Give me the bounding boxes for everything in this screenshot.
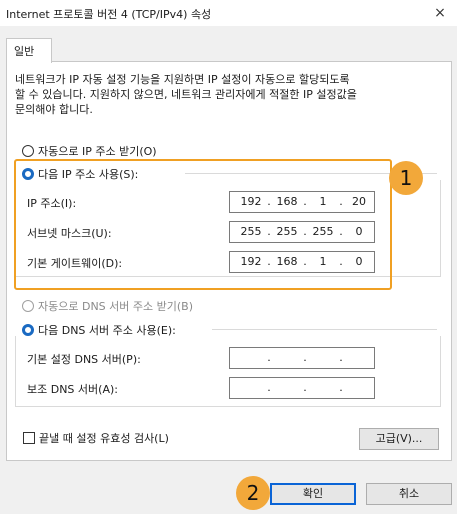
cancel-button[interactable]: 취소 [366,483,452,505]
octet-dot: . [303,351,307,364]
octet-dot: . [267,351,271,364]
alternate-dns-label: 보조 DNS 서버(A): [27,383,118,396]
manual-dns-radio[interactable] [22,324,34,336]
octet-dot: . [339,351,343,364]
annotation-badge-2: 2 [236,476,270,510]
close-icon[interactable]: × [429,3,451,23]
octet-dot: . [303,381,307,394]
validate-checkbox[interactable] [23,432,35,444]
description-text: 네트워크가 IP 자동 설정 기능을 지원하면 IP 설정이 자동으로 할당되도… [15,73,357,116]
title-bar: Internet 프로토콜 버전 4 (TCP/IPv4) 속성 × [0,0,457,26]
ok-button[interactable]: 확인 [270,483,356,505]
octet-dot: . [267,381,271,394]
auto-dns-label[interactable]: 자동으로 DNS 서버 주소 받기(B) [38,298,193,314]
auto-ip-radio[interactable] [22,145,34,157]
preferred-dns-label: 기본 설정 DNS 서버(P): [27,353,141,366]
advanced-button[interactable]: 고급(V)... [359,428,439,450]
preferred-dns-field[interactable]: . . . [229,347,375,369]
annotation-badge-1: 1 [389,161,423,195]
auto-dns-radio[interactable] [22,300,34,312]
tab-general-label: 일반 [14,45,35,58]
validate-label[interactable]: 끝낼 때 설정 유효성 검사(L) [39,430,169,446]
tab-general[interactable]: 일반 [6,38,52,63]
annotation-highlight-box [14,159,392,290]
dns-group-line [212,329,437,330]
window-title: Internet 프로토콜 버전 4 (TCP/IPv4) 속성 [6,8,212,21]
octet-dot: . [339,381,343,394]
alternate-dns-field[interactable]: . . . [229,377,375,399]
auto-ip-label[interactable]: 자동으로 IP 주소 받기(O) [38,143,157,159]
